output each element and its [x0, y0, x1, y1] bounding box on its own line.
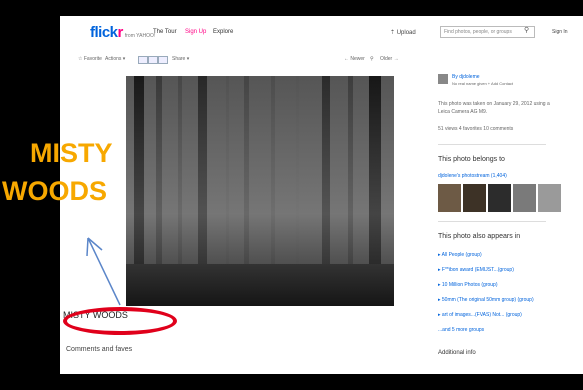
main-photo[interactable]: [126, 76, 394, 306]
belongs-heading: This photo belongs to: [438, 156, 505, 163]
email-icon[interactable]: [138, 56, 148, 64]
favorite-label: Favorite: [83, 56, 102, 62]
nav-sign-up[interactable]: Sign Up: [185, 29, 206, 35]
comments-heading: Comments and faves: [66, 346, 133, 353]
photo-stats: 51 views 4 favorites 10 comments: [438, 126, 514, 132]
annotation-label-line2: WOODS: [2, 176, 107, 206]
camera-info: Leica Camera AG M9.: [438, 109, 488, 115]
zoom-icon[interactable]: ⚲: [370, 56, 374, 62]
upload-icon: ⇡: [390, 30, 396, 36]
photostream-thumbnail[interactable]: [463, 184, 486, 212]
share-button[interactable]: Share ▾: [172, 56, 189, 62]
divider: [438, 221, 546, 222]
group-link[interactable]: ▸ F**ibon award (EMIJST...(group): [438, 267, 514, 273]
share-label: Share: [172, 56, 186, 62]
group-label: art of images...(FVAS) Not... (group): [441, 312, 522, 318]
annotation-label-line1: MISTY: [30, 138, 113, 168]
newer-button[interactable]: ← Newer: [344, 56, 365, 62]
sign-in-link[interactable]: Sign In: [552, 29, 568, 35]
older-button[interactable]: Older →: [380, 56, 399, 62]
actions-label: Actions: [105, 56, 122, 62]
favorite-button[interactable]: ☆ Favorite: [78, 56, 102, 62]
search-icon[interactable]: ⚲: [524, 26, 529, 34]
logo-r: r: [117, 24, 124, 41]
appears-heading: This photo also appears in: [438, 233, 521, 240]
more-groups-link[interactable]: ...and 5 more groups: [438, 327, 484, 333]
avatar[interactable]: [438, 74, 448, 84]
logo-sub: from YAHOO!: [124, 33, 156, 39]
group-label: All People (group): [441, 252, 482, 258]
header: flickr from YAHOO! The Tour Sign Up Explo…: [60, 16, 583, 41]
upload-link[interactable]: ⇡ Upload: [390, 29, 416, 36]
actions-button[interactable]: Actions ▾: [105, 56, 125, 62]
photostream-thumbnail[interactable]: [488, 184, 511, 212]
photostream-thumbnail[interactable]: [513, 184, 536, 212]
photostream-thumbnail[interactable]: [538, 184, 561, 212]
group-link[interactable]: ▸ art of images...(FVAS) Not... (group): [438, 312, 522, 318]
photostream-link[interactable]: djdolene's photostream (1,404): [438, 173, 507, 179]
photostream-thumbnail[interactable]: [438, 184, 461, 212]
search-input[interactable]: Find photos, people, or groups: [440, 26, 535, 38]
owner-subline: No real name given + Add Contact: [452, 81, 514, 86]
forest-floor: [126, 264, 394, 306]
newer-label: Newer: [350, 56, 365, 62]
annotation-ellipse: [63, 307, 177, 335]
flickr-logo[interactable]: flickr from YAHOO!: [90, 24, 155, 41]
group-link[interactable]: ▸ 10 Million Photos (group): [438, 282, 498, 288]
group-label: 10 Million Photos (group): [441, 282, 498, 288]
upload-label: Upload: [396, 30, 416, 36]
older-label: Older: [380, 56, 393, 62]
nav-the-tour[interactable]: The Tour: [153, 29, 177, 35]
divider: [438, 144, 546, 145]
group-label: F**ibon award (EMIJST...(group): [441, 267, 514, 273]
photo-owner[interactable]: By djdoleme: [452, 74, 480, 80]
logo-text: flick: [90, 24, 118, 41]
annotation-arrow-icon: [86, 237, 121, 306]
group-link[interactable]: ▸ All People (group): [438, 252, 482, 258]
nav-explore[interactable]: Explore: [213, 29, 233, 35]
group-label: 50mm (The original 50mm group) (group): [441, 297, 534, 303]
link-icon[interactable]: [158, 56, 168, 64]
taken-info: This photo was taken on January 29, 2012…: [438, 101, 550, 107]
additional-info-heading: Additional info: [438, 350, 476, 356]
blog-icon[interactable]: [148, 56, 158, 64]
group-link[interactable]: ▸ 50mm (The original 50mm group) (group): [438, 297, 534, 303]
